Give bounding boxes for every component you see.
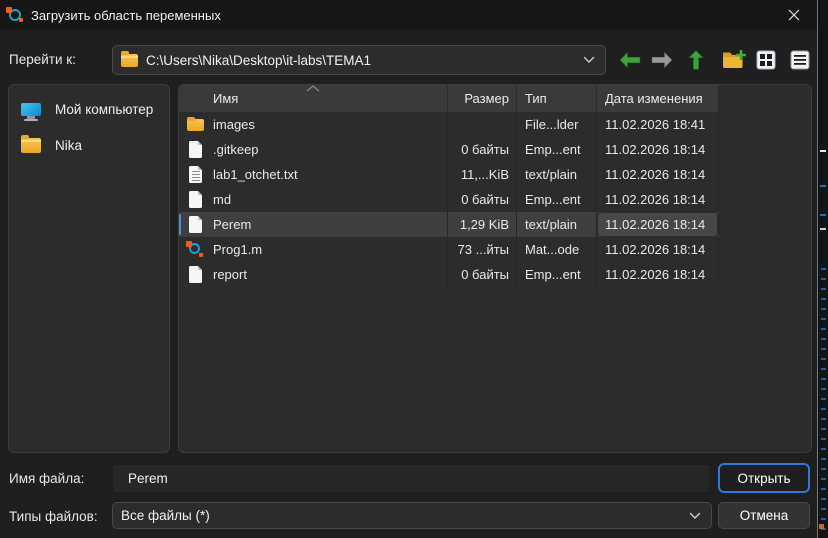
file-name: md bbox=[213, 192, 231, 207]
column-header-type[interactable]: Тип bbox=[517, 85, 597, 112]
path-combobox[interactable]: C:\Users\Nika\Desktop\it-labs\TEMA1 bbox=[112, 45, 606, 75]
sidebar-item-nika[interactable]: Nika bbox=[9, 127, 169, 163]
file-name: lab1_otchet.txt bbox=[213, 167, 298, 182]
folder-icon bbox=[21, 138, 41, 153]
file-name: report bbox=[213, 267, 247, 282]
file-date: 11.02.2026 18:14 bbox=[597, 162, 719, 187]
sidebar-item-label: Мой компьютер bbox=[55, 102, 153, 117]
file-icon bbox=[187, 216, 204, 233]
table-row[interactable]: Prog1.m 73 ...йтыMat...ode11.02.2026 18:1… bbox=[179, 237, 719, 262]
file-date: 11.02.2026 18:14 bbox=[597, 137, 719, 162]
chevron-down-icon bbox=[583, 56, 595, 64]
text-file-icon bbox=[187, 166, 204, 183]
grid-view-icon bbox=[756, 50, 776, 70]
table-row[interactable]: md 0 байтыEmp...ent11.02.2026 18:14 bbox=[179, 187, 719, 212]
file-icon bbox=[187, 266, 204, 283]
computer-icon bbox=[21, 103, 41, 116]
goto-label: Перейти к: bbox=[9, 52, 76, 67]
icon-view-button[interactable] bbox=[752, 46, 780, 74]
file-size: 0 байты bbox=[448, 137, 517, 162]
table-row[interactable]: Perem 1,29 KiBtext/plain11.02.2026 18:14 bbox=[179, 212, 719, 237]
forward-button[interactable] bbox=[648, 46, 676, 74]
forward-arrow-icon bbox=[651, 52, 673, 68]
file-size: 0 байты bbox=[448, 262, 517, 287]
filetype-combobox[interactable]: Все файлы (*) bbox=[112, 502, 712, 529]
new-folder-button[interactable] bbox=[720, 46, 748, 74]
table-row[interactable]: report 0 байтыEmp...ent11.02.2026 18:14 bbox=[179, 262, 719, 287]
file-size: 73 ...йты bbox=[448, 237, 517, 262]
file-type: text/plain bbox=[517, 162, 597, 187]
file-type: text/plain bbox=[517, 212, 597, 237]
close-icon bbox=[788, 9, 800, 21]
load-variables-dialog: Загрузить область переменных Перейти к: … bbox=[0, 0, 818, 538]
places-sidebar: Мой компьютер Nika bbox=[8, 84, 170, 453]
cancel-button[interactable]: Отмена bbox=[718, 502, 810, 529]
file-size: 11,...KiB bbox=[448, 162, 517, 187]
detail-view-button[interactable] bbox=[786, 46, 814, 74]
file-date: 11.02.2026 18:41 bbox=[597, 112, 719, 137]
file-date: 11.02.2026 18:14 bbox=[597, 212, 719, 237]
up-arrow-icon bbox=[688, 50, 704, 70]
up-directory-button[interactable] bbox=[682, 46, 710, 74]
back-arrow-icon bbox=[619, 52, 641, 68]
title-bar: Загрузить область переменных bbox=[0, 0, 817, 30]
filename-label: Имя файла: bbox=[9, 471, 84, 486]
file-date: 11.02.2026 18:14 bbox=[597, 237, 719, 262]
file-size bbox=[448, 112, 517, 137]
scilab-icon bbox=[187, 241, 204, 258]
file-icon bbox=[187, 191, 204, 208]
back-button[interactable] bbox=[616, 46, 644, 74]
column-header-date[interactable]: Дата изменения bbox=[597, 85, 719, 112]
file-size: 1,29 KiB bbox=[448, 212, 517, 237]
filename-input[interactable] bbox=[112, 464, 710, 493]
dialog-title: Загрузить область переменных bbox=[31, 8, 221, 23]
sidebar-item-label: Nika bbox=[55, 138, 82, 153]
scilab-app-icon bbox=[7, 7, 23, 23]
file-type: File...lder bbox=[517, 112, 597, 137]
column-header-size[interactable]: Размер bbox=[448, 85, 517, 112]
file-list-panel: Имя Размер Тип Дата изменения images File… bbox=[178, 84, 812, 453]
file-date: 11.02.2026 18:14 bbox=[597, 187, 719, 212]
folder-icon bbox=[187, 116, 204, 133]
file-type: Emp...ent bbox=[517, 137, 597, 162]
close-button[interactable] bbox=[777, 3, 811, 27]
chevron-down-icon bbox=[689, 512, 701, 520]
table-row[interactable]: lab1_otchet.txt 11,...KiBtext/plain11.02.… bbox=[179, 162, 719, 187]
file-date: 11.02.2026 18:14 bbox=[597, 262, 719, 287]
file-type: Emp...ent bbox=[517, 262, 597, 287]
file-name: Prog1.m bbox=[213, 242, 262, 257]
open-button[interactable]: Открыть bbox=[718, 463, 810, 493]
new-folder-icon bbox=[722, 50, 746, 70]
filetype-value: Все файлы (*) bbox=[121, 508, 210, 523]
file-size: 0 байты bbox=[448, 187, 517, 212]
file-type: Mat...ode bbox=[517, 237, 597, 262]
table-row[interactable]: .gitkeep 0 байтыEmp...ent11.02.2026 18:14 bbox=[179, 137, 719, 162]
path-value: C:\Users\Nika\Desktop\it-labs\TEMA1 bbox=[146, 53, 583, 68]
table-header: Имя Размер Тип Дата изменения bbox=[179, 85, 719, 112]
list-view-icon bbox=[790, 50, 810, 70]
filetype-label: Типы файлов: bbox=[9, 509, 98, 524]
file-name: .gitkeep bbox=[213, 142, 259, 157]
folder-icon bbox=[121, 54, 138, 67]
table-row[interactable]: images File...lder11.02.2026 18:41 bbox=[179, 112, 719, 137]
file-type: Emp...ent bbox=[517, 187, 597, 212]
file-icon bbox=[187, 141, 204, 158]
file-table-body: imagesFile...lder11.02.2026 18:41.gitkee… bbox=[179, 112, 719, 287]
background-window-edge bbox=[819, 0, 828, 538]
file-name: Perem bbox=[213, 217, 251, 232]
sidebar-item-my-computer[interactable]: Мой компьютер bbox=[9, 91, 169, 127]
sort-ascending-icon bbox=[306, 85, 320, 92]
file-name: images bbox=[213, 117, 255, 132]
